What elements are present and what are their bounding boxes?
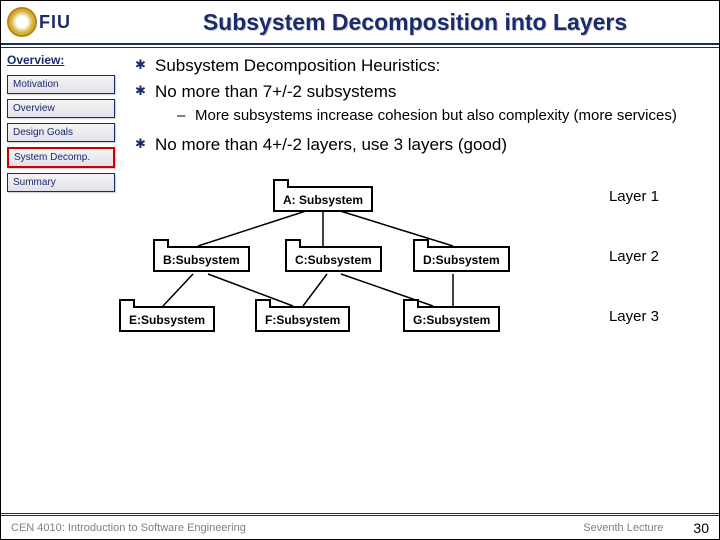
layer-label-2: Layer 2 (609, 248, 659, 265)
slide-title: Subsystem Decomposition into Layers (117, 9, 713, 36)
footer-lecture: Seventh Lecture (583, 522, 663, 534)
bullet-item: No more than 7+/-2 subsystems More subsy… (133, 81, 699, 126)
package-tab-icon (413, 239, 429, 248)
diagram-node-g: G:Subsystem (403, 306, 500, 332)
node-label: G:Subsystem (413, 313, 490, 327)
node-label: B:Subsystem (163, 253, 240, 267)
package-tab-icon (403, 299, 419, 308)
diagram-node-b: B:Subsystem (153, 246, 250, 272)
sidebar-item-overview[interactable]: Overview (7, 99, 115, 118)
sub-bullet-item: More subsystems increase cohesion but al… (155, 107, 699, 126)
package-tab-icon (119, 299, 135, 308)
bullet-item: Subsystem Decomposition Heuristics: (133, 55, 699, 77)
node-label: E:Subsystem (129, 313, 205, 327)
node-label: D:Subsystem (423, 253, 500, 267)
bullet-text: No more than 7+/-2 subsystems (155, 82, 396, 101)
node-label: F:Subsystem (265, 313, 340, 327)
institution-logo: FIU (7, 4, 117, 40)
sidebar-heading: Overview: (7, 53, 115, 67)
page-number: 30 (693, 520, 709, 536)
diagram-node-c: C:Subsystem (285, 246, 382, 272)
sidebar-item-motivation[interactable]: Motivation (7, 75, 115, 94)
layer-label-1: Layer 1 (609, 188, 659, 205)
slide-header: FIU Subsystem Decomposition into Layers (1, 1, 719, 45)
sub-bullet-list: More subsystems increase cohesion but al… (155, 107, 699, 126)
seal-icon (7, 7, 37, 37)
node-label: C:Subsystem (295, 253, 372, 267)
footer-course: CEN 4010: Introduction to Software Engin… (11, 522, 583, 534)
diagram-node-e: E:Subsystem (119, 306, 215, 332)
package-tab-icon (273, 179, 289, 188)
bullet-list: Subsystem Decomposition Heuristics: No m… (133, 55, 699, 156)
slide-content: Subsystem Decomposition Heuristics: No m… (121, 45, 719, 515)
layer-label-3: Layer 3 (609, 308, 659, 325)
slide-footer: CEN 4010: Introduction to Software Engin… (1, 515, 719, 539)
bullet-item: No more than 4+/-2 layers, use 3 layers … (133, 134, 699, 156)
diagram-node-f: F:Subsystem (255, 306, 350, 332)
package-tab-icon (255, 299, 271, 308)
institution-abbrev: FIU (39, 12, 71, 33)
diagram-node-d: D:Subsystem (413, 246, 510, 272)
node-label: A: Subsystem (283, 193, 363, 207)
diagram-node-a: A: Subsystem (273, 186, 373, 212)
sidebar-item-system-decomp[interactable]: System Decomp. (7, 147, 115, 168)
sidebar-item-design-goals[interactable]: Design Goals (7, 123, 115, 142)
layer-diagram: A: Subsystem Layer 1 B:Subsystem C:Subsy… (33, 174, 673, 354)
package-tab-icon (153, 239, 169, 248)
package-tab-icon (285, 239, 301, 248)
